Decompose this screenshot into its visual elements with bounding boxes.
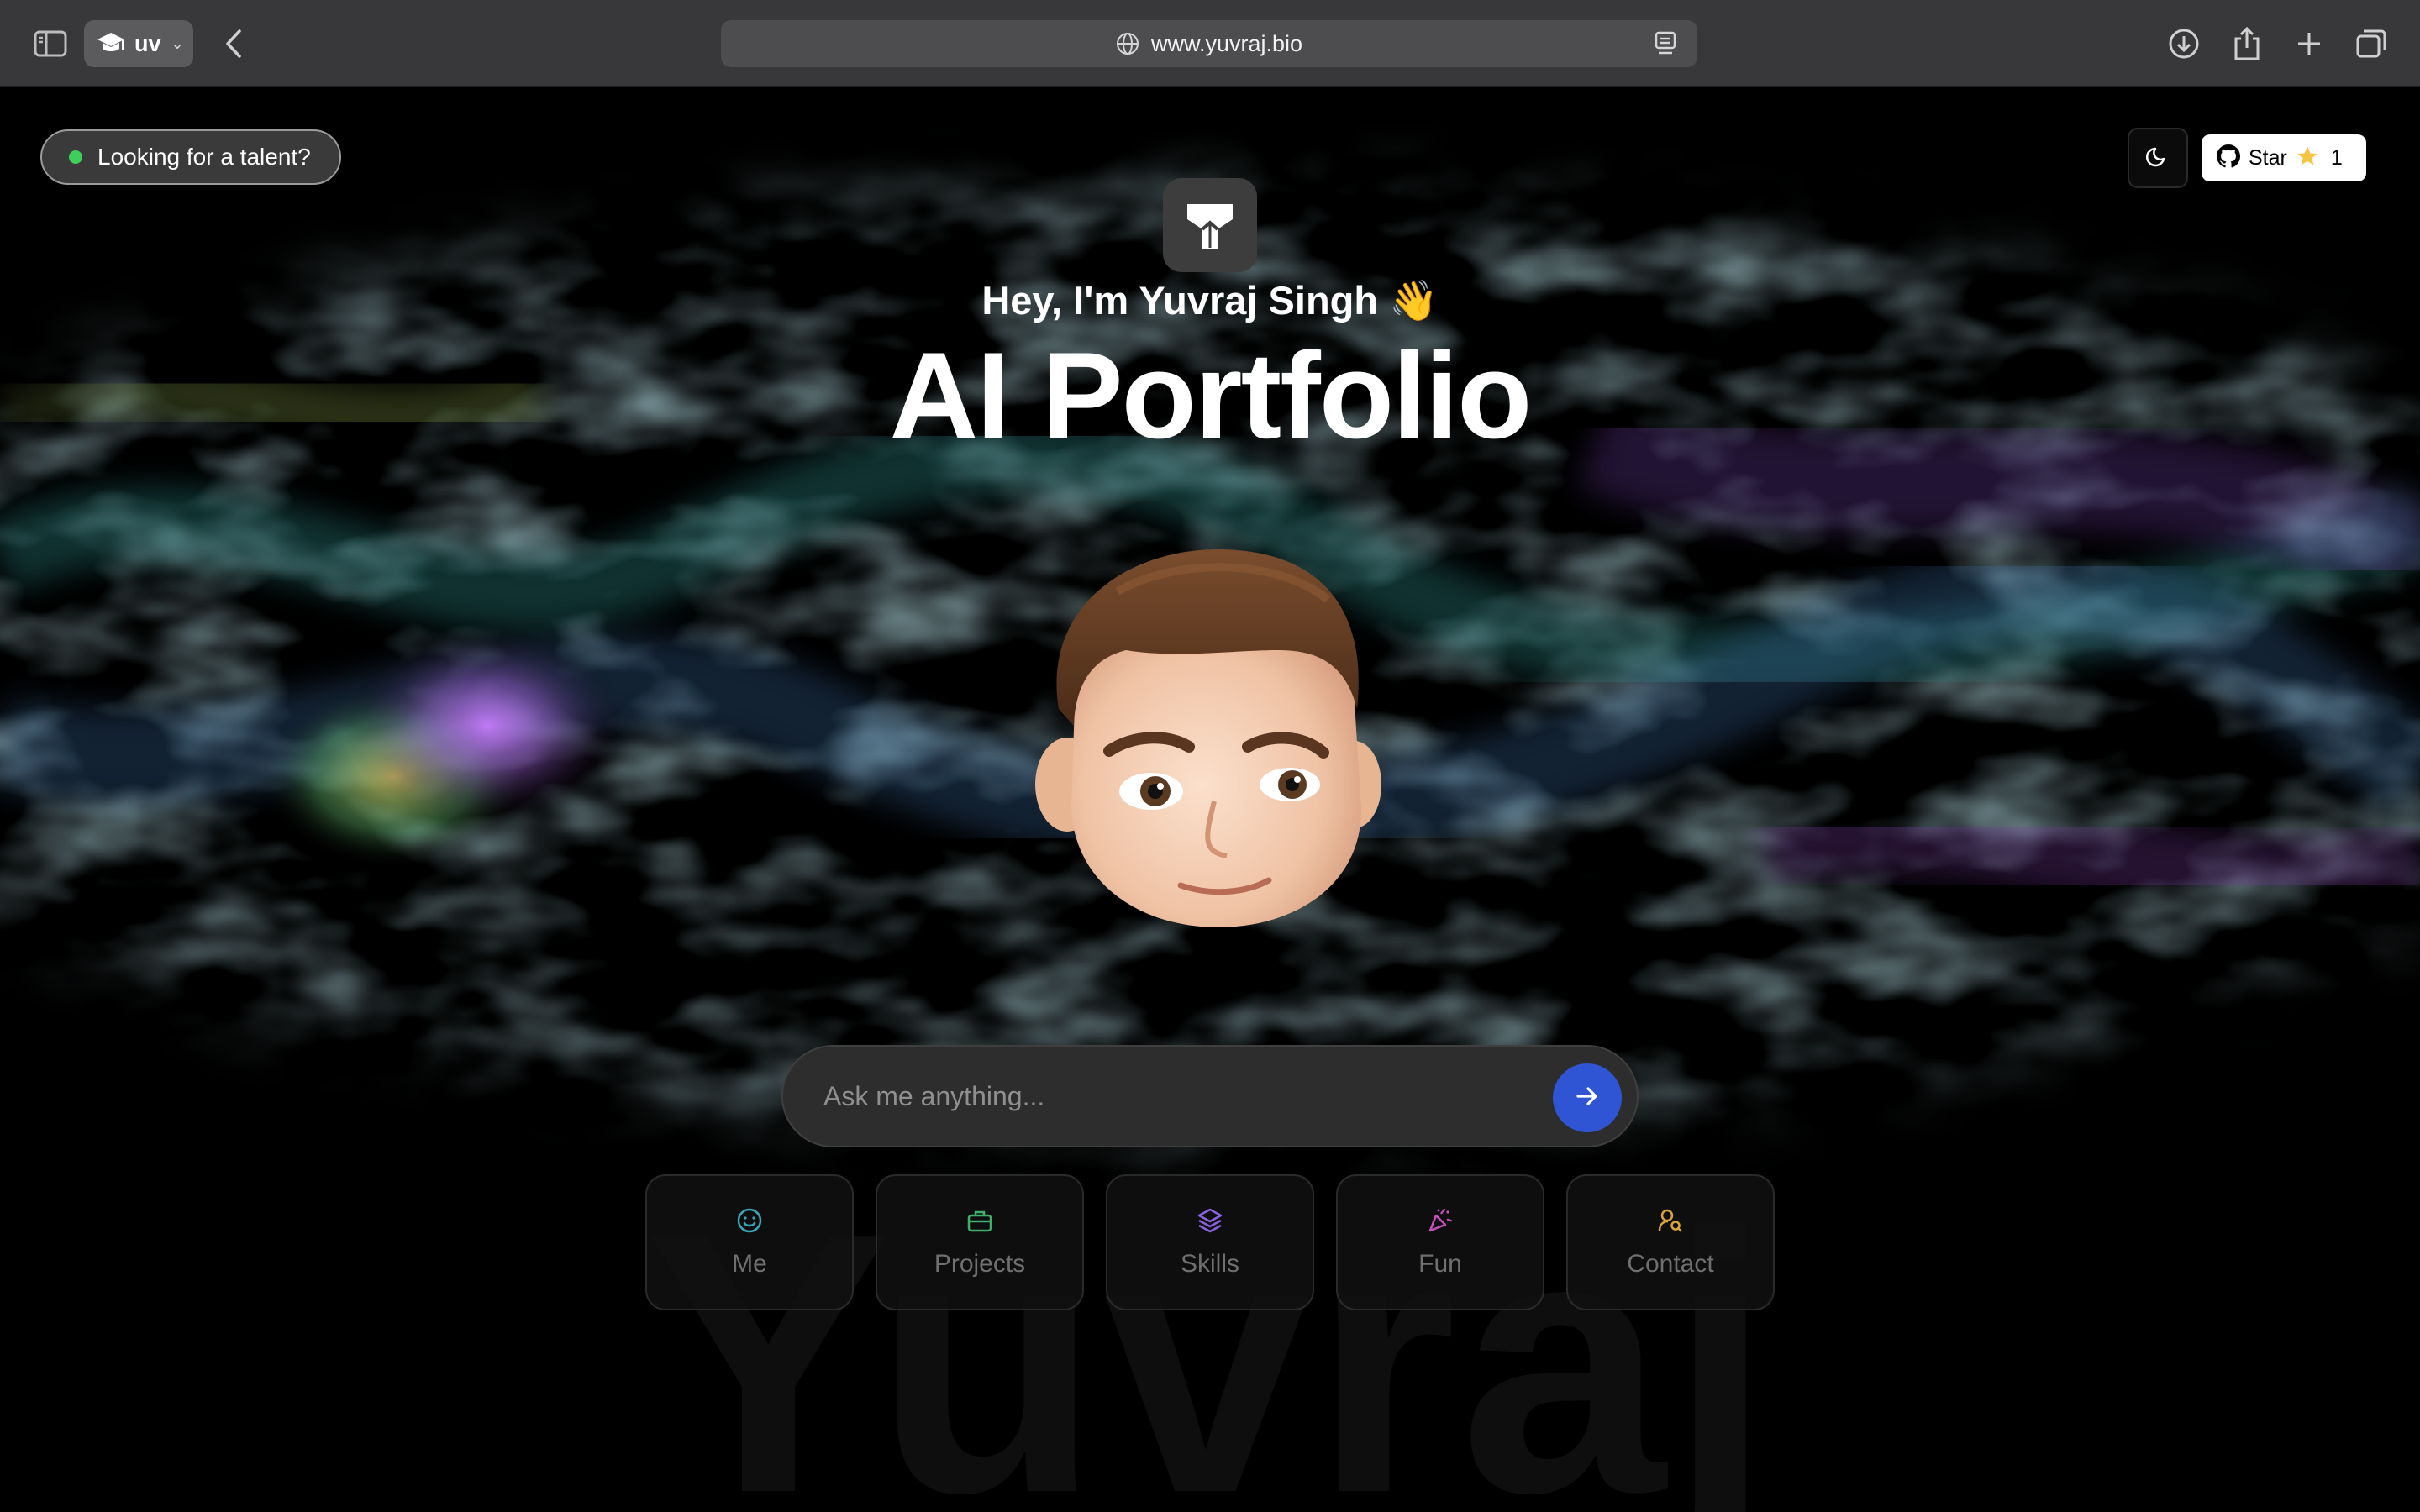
theme-toggle-button[interactable] xyxy=(2128,128,2188,188)
quick-action-me[interactable]: Me xyxy=(645,1174,854,1310)
graduation-cap-icon xyxy=(96,31,126,56)
chat-input[interactable] xyxy=(823,1080,1479,1112)
layers-icon xyxy=(1197,1207,1223,1238)
plus-icon[interactable] xyxy=(2289,24,2329,64)
sidebar-icon[interactable] xyxy=(32,25,69,62)
quick-action-label: Contact xyxy=(1627,1249,1714,1278)
github-icon xyxy=(2217,144,2241,172)
profile-switcher[interactable]: uv ⌄ xyxy=(84,20,193,67)
quick-action-label: Me xyxy=(732,1249,767,1278)
star-icon xyxy=(2296,144,2319,172)
star-count: 1 xyxy=(2330,145,2343,170)
quick-action-contact[interactable]: Contact xyxy=(1566,1174,1775,1310)
user-search-icon xyxy=(1657,1207,1684,1238)
star-label: Star xyxy=(2249,145,2287,170)
download-icon[interactable] xyxy=(2164,24,2204,64)
talent-label: Looking for a talent? xyxy=(97,144,311,170)
profile-name: uv xyxy=(134,30,161,56)
reader-icon[interactable] xyxy=(1654,30,1677,55)
briefcase-icon xyxy=(966,1207,993,1238)
site-logo[interactable] xyxy=(1163,178,1257,272)
quick-action-skills[interactable]: Skills xyxy=(1106,1174,1314,1310)
github-star-button[interactable]: Star 1 xyxy=(2202,134,2366,181)
tabs-icon[interactable] xyxy=(2351,24,2391,64)
quick-action-label: Projects xyxy=(934,1249,1026,1278)
looking-for-talent-button[interactable]: Looking for a talent? xyxy=(40,129,341,185)
greeting-text: Hey, I'm Yuvraj Singh 👋 xyxy=(981,278,1439,323)
status-dot xyxy=(69,150,82,164)
browser-toolbar: uv ⌄ www.yuvraj.bio xyxy=(0,0,2420,87)
quick-action-fun[interactable]: Fun xyxy=(1336,1174,1544,1310)
back-icon[interactable] xyxy=(215,24,252,64)
page-content: Yuvraj Looking for a talent? Star 1 Hey,… xyxy=(0,87,2420,1512)
url-text: www.yuvraj.bio xyxy=(1150,30,1303,56)
quick-action-projects[interactable]: Projects xyxy=(876,1174,1084,1310)
quick-action-label: Skills xyxy=(1180,1249,1239,1278)
share-icon[interactable] xyxy=(2227,24,2267,64)
address-bar[interactable]: www.yuvraj.bio xyxy=(721,20,1697,67)
chevron-down-icon: ⌄ xyxy=(171,34,184,52)
globe-icon xyxy=(1116,32,1139,55)
party-popper-icon xyxy=(1427,1207,1454,1238)
page-title: AI Portfolio xyxy=(889,327,1533,464)
memoji-avatar xyxy=(1035,549,1381,927)
moon-icon xyxy=(2145,144,2170,173)
chat-input-container xyxy=(781,1045,1639,1147)
smile-icon xyxy=(736,1207,763,1238)
send-button[interactable] xyxy=(1553,1063,1622,1132)
quick-action-label: Fun xyxy=(1418,1249,1462,1278)
arrow-right-icon xyxy=(1573,1082,1602,1115)
